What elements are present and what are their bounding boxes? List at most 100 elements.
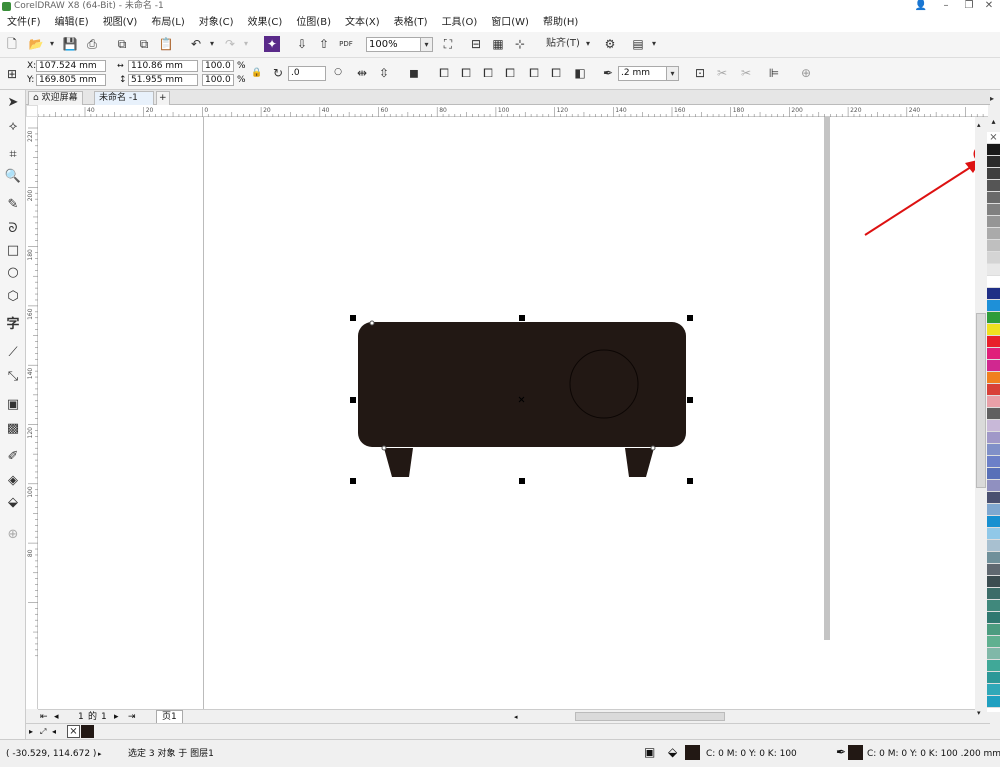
- simplify-icon[interactable]: ⧠: [502, 65, 518, 81]
- palette-swatch[interactable]: [987, 372, 1000, 384]
- y-position-input[interactable]: 169.805 mm: [36, 74, 106, 86]
- trim-icon[interactable]: ⧠: [458, 65, 474, 81]
- palette-swatch[interactable]: [987, 432, 1000, 444]
- palette-swatch[interactable]: [987, 156, 1000, 168]
- intersect-icon[interactable]: ⧠: [480, 65, 496, 81]
- vertical-scrollbar[interactable]: ▴ ▾: [975, 117, 987, 723]
- menu-edit[interactable]: 编辑(E): [48, 15, 96, 31]
- weld-icon[interactable]: ⧠: [436, 65, 452, 81]
- selection-handle-bottom-right[interactable]: [687, 478, 693, 484]
- horizontal-ruler[interactable]: 40 20 0 20 40 60 80 100 120 140 160 180 200 220 240: [38, 105, 988, 117]
- interactive-fill-icon[interactable]: ◈: [4, 472, 22, 490]
- palette-swatch[interactable]: [987, 168, 1000, 180]
- menu-table[interactable]: 表格(T): [387, 15, 435, 31]
- application-launcher-icon[interactable]: ▤: [630, 36, 646, 52]
- palette-swatch[interactable]: [987, 492, 1000, 504]
- transparency-tool-icon[interactable]: ▩: [4, 420, 22, 438]
- show-guidelines-icon[interactable]: ⊹: [512, 36, 528, 52]
- menu-text[interactable]: 文本(X): [338, 15, 387, 31]
- palette-swatch[interactable]: [987, 180, 1000, 192]
- palette-swatch[interactable]: [987, 204, 1000, 216]
- undo-dropdown-icon[interactable]: ▾: [204, 36, 220, 52]
- vertical-ruler[interactable]: 220 200 180 160 140 120 100 80: [26, 117, 38, 709]
- paste-icon[interactable]: 📋: [158, 36, 174, 52]
- show-rulers-icon[interactable]: ⊟: [468, 36, 484, 52]
- full-screen-icon[interactable]: ⛶: [440, 36, 456, 52]
- shape-tool-icon[interactable]: ⟡: [4, 118, 22, 136]
- ellipse-tool-icon[interactable]: ○: [4, 264, 22, 282]
- convert-curves-icon[interactable]: ⊡: [692, 65, 708, 81]
- tab-document[interactable]: 未命名 -1: [94, 91, 154, 105]
- horizontal-scroll-thumb[interactable]: [575, 712, 725, 721]
- open-folder-icon[interactable]: 📂: [28, 36, 44, 52]
- palette-swatch[interactable]: [987, 276, 1000, 288]
- snap-dropdown-icon[interactable]: ▾: [580, 36, 596, 52]
- doc-no-color-swatch[interactable]: ⨯: [67, 725, 80, 738]
- scale-y-input[interactable]: 100.0: [202, 74, 234, 86]
- menu-help[interactable]: 帮助(H): [536, 15, 585, 31]
- zoom-level-input[interactable]: 100%: [366, 37, 424, 52]
- break-apart-icon[interactable]: ✂: [714, 65, 730, 81]
- show-grid-icon[interactable]: ▦: [490, 36, 506, 52]
- search-content-icon[interactable]: ✦: [264, 36, 280, 52]
- launcher-dropdown-icon[interactable]: ▾: [646, 36, 662, 52]
- close-button[interactable]: ✕: [978, 0, 1000, 14]
- tab-welcome-screen[interactable]: ⌂ 欢迎屏幕: [28, 91, 83, 105]
- palette-swatch[interactable]: [987, 612, 1000, 624]
- palette-swatch[interactable]: [987, 396, 1000, 408]
- add-quick-customize-icon[interactable]: ⊕: [798, 65, 814, 81]
- mirror-vertical-icon[interactable]: ⇳: [376, 65, 392, 81]
- no-color-swatch[interactable]: ⨯: [987, 132, 1000, 144]
- drawing-canvas[interactable]: [38, 117, 975, 709]
- scroll-up-icon[interactable]: ▴: [977, 121, 981, 129]
- color-proofing-icon[interactable]: ▣: [644, 746, 655, 758]
- first-page-icon[interactable]: ⇤: [40, 711, 48, 723]
- save-icon[interactable]: 💾: [62, 36, 78, 52]
- palette-swatch[interactable]: [987, 480, 1000, 492]
- menu-file[interactable]: 文件(F): [0, 15, 48, 31]
- zoom-dropdown-icon[interactable]: ▾: [420, 37, 433, 52]
- palette-swatch[interactable]: [987, 444, 1000, 456]
- selection-handle-middle-right[interactable]: [687, 397, 693, 403]
- doc-color-swatch-black[interactable]: [81, 725, 94, 738]
- smart-fill-icon[interactable]: ⬙: [4, 494, 22, 512]
- palette-scroll-up-icon[interactable]: ▴: [987, 117, 1000, 132]
- palette-swatch[interactable]: [987, 624, 1000, 636]
- export-icon[interactable]: ⇧: [316, 36, 332, 52]
- doc-palette-eyedropper-icon[interactable]: ⤢: [40, 726, 46, 738]
- menu-layout[interactable]: 布局(L): [144, 15, 191, 31]
- selection-handle-top-center[interactable]: [519, 315, 525, 321]
- palette-swatch[interactable]: [987, 300, 1000, 312]
- status-expand-icon[interactable]: ▸: [98, 748, 102, 760]
- menu-effects[interactable]: 效果(C): [241, 15, 290, 31]
- polygon-tool-icon[interactable]: ⬡: [4, 288, 22, 306]
- page-tab-1[interactable]: 页1: [156, 710, 183, 724]
- palette-swatch[interactable]: [987, 312, 1000, 324]
- palette-swatch[interactable]: [987, 336, 1000, 348]
- palette-swatch[interactable]: [987, 648, 1000, 660]
- palette-swatch[interactable]: [987, 468, 1000, 480]
- palette-swatch[interactable]: [987, 384, 1000, 396]
- width-input[interactable]: 110.86 mm: [128, 60, 198, 72]
- next-page-icon[interactable]: ▸: [114, 711, 119, 723]
- doc-palette-scroll-icon[interactable]: ◂: [52, 726, 56, 738]
- drop-shadow-icon[interactable]: ▣: [4, 396, 22, 414]
- palette-swatch[interactable]: [987, 228, 1000, 240]
- palette-swatch[interactable]: [987, 264, 1000, 276]
- palette-swatch[interactable]: [987, 528, 1000, 540]
- palette-swatch[interactable]: [987, 600, 1000, 612]
- cabinet-drawing[interactable]: [38, 117, 975, 709]
- selection-handle-top-left[interactable]: [350, 315, 356, 321]
- palette-swatch[interactable]: [987, 240, 1000, 252]
- selection-handle-bottom-center[interactable]: [519, 478, 525, 484]
- mirror-horizontal-icon[interactable]: ⇹: [354, 65, 370, 81]
- rotation-input[interactable]: .0: [288, 66, 326, 81]
- combine-icon[interactable]: ◼: [406, 65, 422, 81]
- palette-swatch[interactable]: [987, 672, 1000, 684]
- selection-handle-middle-left[interactable]: [350, 397, 356, 403]
- menu-bitmaps[interactable]: 位图(B): [289, 15, 338, 31]
- palette-swatch[interactable]: [987, 696, 1000, 708]
- palette-swatch[interactable]: [987, 636, 1000, 648]
- add-tab-button[interactable]: +: [156, 91, 170, 105]
- object-origin-icon[interactable]: ⊞: [4, 66, 20, 82]
